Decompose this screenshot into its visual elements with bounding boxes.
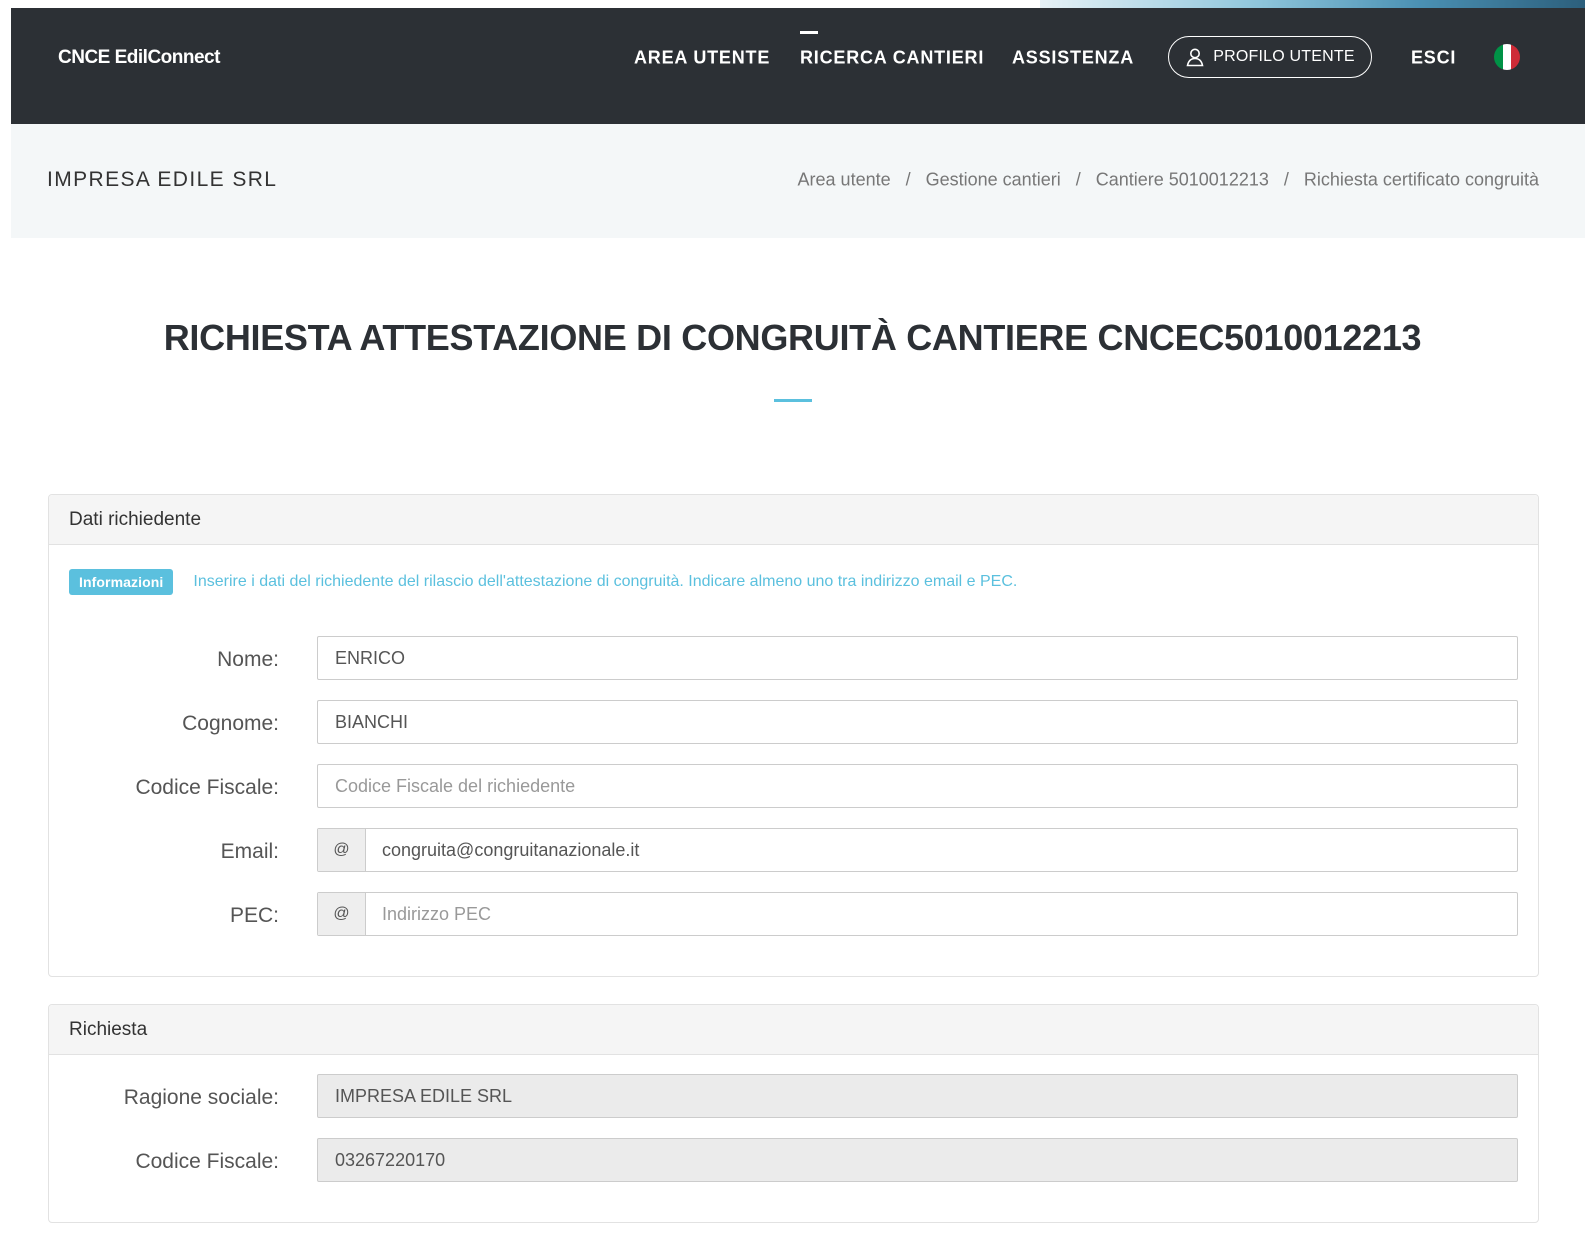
breadcrumb-gestione-cantieri[interactable]: Gestione cantieri	[926, 170, 1061, 191]
nome-label: Nome:	[217, 648, 279, 671]
pec-label: PEC:	[229, 904, 279, 927]
brand-logo-text[interactable]: CNCE EdilConnect	[58, 47, 220, 69]
user-icon	[1186, 48, 1204, 67]
cognome-label: Cognome:	[182, 712, 279, 735]
breadcrumb-current: Richiesta certificato congruità	[1303, 169, 1539, 190]
logout-link[interactable]: ESCI	[1411, 48, 1456, 69]
nav-active-indicator	[800, 31, 818, 34]
info-row: Informazioni Inserire i dati del richied…	[69, 569, 1017, 595]
info-badge: Informazioni	[69, 569, 174, 595]
pec-input[interactable]: Indirizzo PEC	[366, 893, 1517, 935]
email-field[interactable]: @ congruita@congruitanazionale.it	[317, 828, 1518, 872]
cognome-input[interactable]: BIANCHI	[317, 700, 1518, 744]
breadcrumb-separator: /	[1283, 169, 1289, 190]
panel-heading: Dati richiedente	[49, 495, 1538, 545]
codice-fiscale-label: Codice Fiscale:	[135, 776, 279, 799]
ragione-sociale-input: IMPRESA EDILE SRL	[317, 1074, 1518, 1118]
breadcrumb-cantiere[interactable]: Cantiere 5010012213	[1096, 170, 1269, 191]
title-underline	[774, 399, 812, 402]
top-accent-decoration	[1040, 0, 1585, 8]
at-icon: @	[318, 893, 366, 935]
nav-ricerca-cantieri[interactable]: RICERCA CANTIERI	[800, 48, 984, 69]
panel-heading: Richiesta	[49, 1005, 1538, 1055]
nav-area-utente[interactable]: AREA UTENTE	[634, 48, 770, 69]
richiesta-codice-fiscale-input: 03267220170	[317, 1138, 1518, 1182]
breadcrumb-separator: /	[1075, 169, 1081, 190]
flag-stripe-white	[1502, 44, 1512, 70]
breadcrumb-area-utente[interactable]: Area utente	[798, 170, 891, 191]
email-label: Email:	[220, 840, 279, 863]
breadcrumb: Area utente / Gestione cantieri / Cantie…	[798, 170, 1539, 191]
nav-assistenza[interactable]: ASSISTENZA	[1012, 48, 1134, 69]
ragione-sociale-label: Ragione sociale:	[123, 1086, 279, 1109]
panel-richiesta: Richiesta Ragione sociale: IMPRESA EDILE…	[48, 1004, 1539, 1223]
breadcrumb-separator: /	[905, 169, 911, 190]
page-title: RICHIESTA ATTESTAZIONE DI CONGRUITÀ CANT…	[163, 317, 1422, 358]
profile-button[interactable]: PROFILO UTENTE	[1168, 36, 1372, 78]
richiesta-codice-fiscale-label: Codice Fiscale:	[135, 1150, 279, 1173]
codice-fiscale-input[interactable]: Codice Fiscale del richiedente	[317, 764, 1518, 808]
at-icon: @	[318, 829, 366, 871]
info-text: Inserire i dati del richiedente del rila…	[193, 573, 1018, 590]
pec-field[interactable]: @ Indirizzo PEC	[317, 892, 1518, 936]
nome-input[interactable]: ENRICO	[317, 636, 1518, 680]
email-input[interactable]: congruita@congruitanazionale.it	[366, 829, 1517, 871]
profile-button-label: PROFILO UTENTE	[1213, 48, 1355, 65]
company-name: IMPRESA EDILE SRL	[47, 168, 278, 191]
italian-flag-icon[interactable]	[1494, 44, 1520, 70]
panel-dati-richiedente: Dati richiedente Informazioni Inserire i…	[48, 494, 1539, 977]
